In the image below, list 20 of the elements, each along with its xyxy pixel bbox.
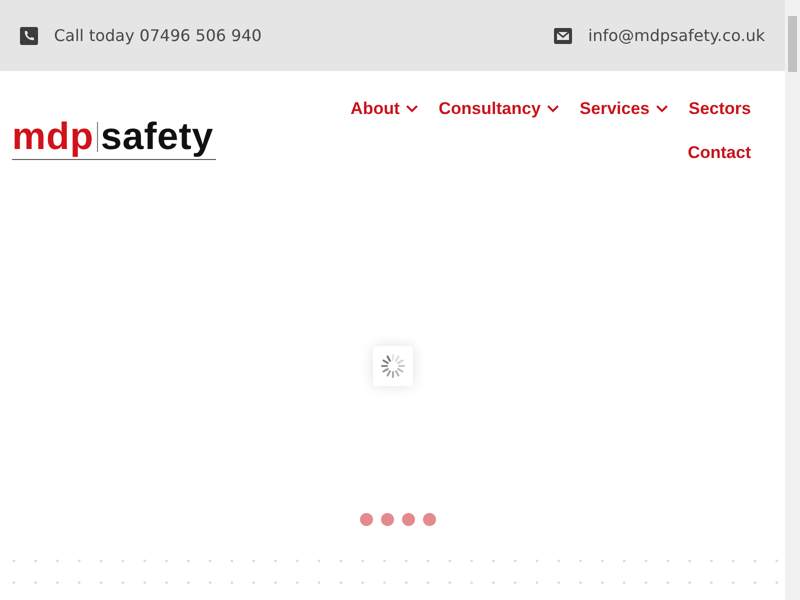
nav-link[interactable]: Contact <box>688 141 751 165</box>
nav-link[interactable]: Consultancy <box>438 97 559 121</box>
nav-link[interactable]: About <box>350 97 418 121</box>
email-link[interactable]: info@mdpsafety.co.uk <box>588 26 765 45</box>
nav-link[interactable]: Services <box>580 97 668 121</box>
slider-dot[interactable] <box>402 513 415 526</box>
chevron-down-icon <box>406 105 418 113</box>
nav-link[interactable]: Sectors <box>688 97 751 121</box>
slider-dot[interactable] <box>423 513 436 526</box>
phone-icon <box>20 26 38 44</box>
logo-text[interactable]: mdp <box>12 119 94 155</box>
phone-link[interactable]: Call today 07496 506 940 <box>54 26 262 45</box>
chevron-down-icon <box>656 105 668 113</box>
logo-text[interactable]: safety <box>100 119 214 155</box>
spinner-icon <box>381 354 405 378</box>
slider-dot[interactable] <box>381 513 394 526</box>
envelope-icon <box>554 28 572 44</box>
scrollbar[interactable] <box>785 0 800 600</box>
chevron-down-icon <box>546 105 559 113</box>
slider-dot[interactable] <box>360 513 373 526</box>
